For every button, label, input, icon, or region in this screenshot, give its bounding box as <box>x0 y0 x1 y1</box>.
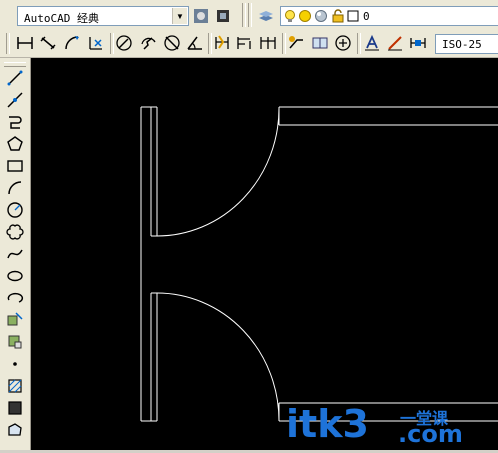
layer-manager-icon[interactable] <box>256 6 276 26</box>
angular-dimension-icon[interactable] <box>185 33 205 53</box>
insert-block-icon[interactable] <box>5 310 25 330</box>
diameter-dimension-icon[interactable] <box>162 33 182 53</box>
quick-leader-icon[interactable] <box>286 33 306 53</box>
continue-dimension-icon[interactable] <box>258 33 278 53</box>
center-mark-icon[interactable] <box>333 33 353 53</box>
workspace-value: AutoCAD 经典 <box>24 12 99 25</box>
layer-value: 0 <box>363 10 370 23</box>
dimension-toolbar: ISO-25 <box>0 30 498 58</box>
dimension-style-dropdown[interactable]: ISO-25 <box>435 34 498 54</box>
toolbar-grip[interactable] <box>4 62 26 67</box>
arc-length-icon[interactable] <box>62 33 82 53</box>
circle-icon[interactable] <box>5 200 25 220</box>
dimension-edit-icon[interactable] <box>362 33 382 53</box>
dimension-style-value: ISO-25 <box>442 38 482 51</box>
polygon-icon[interactable] <box>5 134 25 154</box>
upper-door-swing-arc <box>156 107 280 237</box>
hatch-icon[interactable] <box>5 376 25 396</box>
construction-line-icon[interactable] <box>5 90 25 110</box>
jogged-dimension-icon[interactable] <box>138 33 158 53</box>
chevron-down-icon[interactable]: ▼ <box>172 8 187 24</box>
cad-drawing <box>140 106 498 422</box>
gradient-icon[interactable] <box>5 398 25 418</box>
lower-door-swing-arc <box>156 292 280 422</box>
color-swatch-icon[interactable] <box>347 10 359 22</box>
baseline-dimension-icon[interactable] <box>234 33 254 53</box>
ordinate-dimension-icon[interactable] <box>86 33 106 53</box>
polyline-icon[interactable] <box>5 112 25 132</box>
line-tool-icon[interactable] <box>5 68 25 88</box>
lock-icon[interactable] <box>331 9 345 23</box>
dimension-text-edit-icon[interactable] <box>385 33 405 53</box>
tolerance-icon[interactable] <box>310 33 330 53</box>
aligned-dimension-icon[interactable] <box>38 33 58 53</box>
point-icon[interactable] <box>5 354 25 374</box>
radius-dimension-icon[interactable] <box>114 33 134 53</box>
sun-icon[interactable] <box>298 9 312 23</box>
draw-toolbar <box>0 58 31 450</box>
layer-dropdown[interactable]: 0 <box>280 6 498 26</box>
revision-cloud-icon[interactable] <box>5 222 25 242</box>
lightbulb-icon[interactable] <box>283 9 297 23</box>
toolbar-icon[interactable] <box>213 6 233 26</box>
rectangle-icon[interactable] <box>5 156 25 176</box>
quick-dimension-icon[interactable] <box>212 33 232 53</box>
ellipse-icon[interactable] <box>5 266 25 286</box>
linear-dimension-icon[interactable] <box>15 33 35 53</box>
arc-icon[interactable] <box>5 178 25 198</box>
watermark-domain: .com <box>398 420 463 448</box>
workspace-dropdown[interactable]: AutoCAD 经典 ▼ <box>17 6 189 26</box>
region-icon[interactable] <box>5 420 25 440</box>
ellipse-arc-icon[interactable] <box>5 288 25 308</box>
workspace-settings-icon[interactable] <box>191 6 211 26</box>
workspace-toolbar: AutoCAD 经典 ▼ 0 <box>0 0 498 31</box>
viewport-icon[interactable] <box>314 9 328 23</box>
dimension-update-icon[interactable] <box>408 33 428 53</box>
drawing-canvas[interactable] <box>31 58 498 450</box>
make-block-icon[interactable] <box>5 332 25 352</box>
watermark-brand: itk3 <box>286 402 369 446</box>
spline-icon[interactable] <box>5 244 25 264</box>
